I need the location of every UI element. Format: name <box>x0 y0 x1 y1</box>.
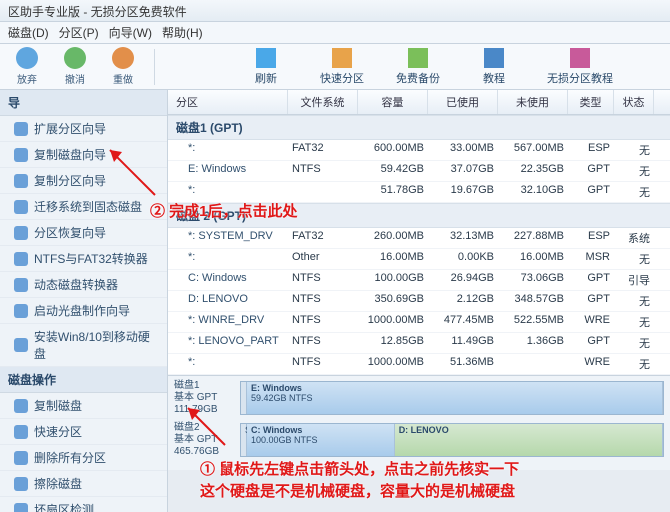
ops-item-3[interactable]: 擦除磁盘 <box>0 471 167 497</box>
window-title: 区助手专业版 - 无损分区免费软件 <box>0 0 670 22</box>
ops-item-0[interactable]: 复制磁盘 <box>0 393 167 419</box>
disk2-header[interactable]: 磁盘 2 (GPT) <box>168 203 670 228</box>
wizard-icon <box>14 148 28 162</box>
sidebar: 导 扩展分区向导复制磁盘向导复制分区向导迁移系统到固态磁盘分区恢复向导NTFS与… <box>0 90 168 512</box>
wizard-icon <box>14 226 28 240</box>
menu-wizard[interactable]: 向导(W) <box>109 24 152 41</box>
disk1-row-2[interactable]: *:51.78GB19.67GB32.10GBGPT无 <box>168 182 670 203</box>
wizard-icon <box>14 399 28 413</box>
disk2-row-4[interactable]: *: WINRE_DRVNTFS1000.00MB477.45MB522.55M… <box>168 312 670 333</box>
menu-partition[interactable]: 分区(P) <box>59 24 99 41</box>
wizard-item-3[interactable]: 迁移系统到固态磁盘 <box>0 194 167 220</box>
sidebar-wizard-title: 导 <box>0 90 167 116</box>
wizard-icon <box>14 122 28 136</box>
disk1-map[interactable]: 磁盘1基本 GPT111.79GB E: Windows59.42GB NTFS <box>174 380 664 416</box>
ops-item-4[interactable]: 坏扇区检测 <box>0 497 167 512</box>
ops-item-2[interactable]: 删除所有分区 <box>0 445 167 471</box>
refresh-button[interactable]: 刷新 <box>231 47 301 87</box>
wizard-item-0[interactable]: 扩展分区向导 <box>0 116 167 142</box>
disk2-row-5[interactable]: *: LENOVO_PARTNTFS12.85GB11.49GB1.36GBGP… <box>168 333 670 354</box>
wizard-item-8[interactable]: 安装Win8/10到移动硬盘 <box>0 324 167 367</box>
sidebar-ops-title: 磁盘操作 <box>0 367 167 393</box>
backup-button[interactable]: 免费备份 <box>383 47 453 87</box>
wizard-item-1[interactable]: 复制磁盘向导 <box>0 142 167 168</box>
wizard-icon <box>14 451 28 465</box>
disk2-row-6[interactable]: *: NTFS1000.00MB51.36MBWRE无 <box>168 354 670 375</box>
menu-disk[interactable]: 磁盘(D) <box>8 24 49 41</box>
wizard-icon <box>14 503 28 512</box>
wizard-icon <box>14 252 28 266</box>
quick-partition-button[interactable]: 快速分区 <box>307 47 377 87</box>
wizard-icon <box>14 174 28 188</box>
wizard-item-7[interactable]: 启动光盘制作向导 <box>0 298 167 324</box>
disk1-row-0[interactable]: *:FAT32600.00MB33.00MB567.00MBESP无 <box>168 140 670 161</box>
main-panel: 分区文件系统容量 已使用未使用类型状态 磁盘1 (GPT) *:FAT32600… <box>168 90 670 512</box>
ops-item-1[interactable]: 快速分区 <box>0 419 167 445</box>
reset-button[interactable]: 重做 <box>102 47 144 87</box>
wizard-icon <box>14 425 28 439</box>
wizard-icon <box>14 278 28 292</box>
disk2-row-3[interactable]: D: LENOVONTFS350.69GB2.12GB348.57GBGPT无 <box>168 291 670 312</box>
wizard-icon <box>14 477 28 491</box>
wizard-icon <box>14 200 28 214</box>
lossless-tutorial-button[interactable]: 无损分区教程 <box>535 47 625 87</box>
disk2-row-0[interactable]: *: SYSTEM_DRVFAT32260.00MB32.13MB227.88M… <box>168 228 670 249</box>
toolbar: 放弃 撤消 重做 刷新 快速分区 免费备份 教程 无损分区教程 <box>0 44 670 90</box>
column-header: 分区文件系统容量 已使用未使用类型状态 <box>168 90 670 115</box>
undo-button[interactable]: 放弃 <box>6 47 48 87</box>
wizard-icon <box>14 304 28 318</box>
wizard-item-2[interactable]: 复制分区向导 <box>0 168 167 194</box>
tutorial-button[interactable]: 教程 <box>459 47 529 87</box>
disk2-map[interactable]: 磁盘2基本 GPT465.76GB S C: Windows100.00GB N… <box>174 422 664 458</box>
wizard-icon <box>14 338 28 352</box>
disk2-row-2[interactable]: C: WindowsNTFS100.00GB26.94GB73.06GBGPT引… <box>168 270 670 291</box>
menubar: 磁盘(D) 分区(P) 向导(W) 帮助(H) <box>0 22 670 44</box>
disk1-row-1[interactable]: E: WindowsNTFS59.42GB37.07GB22.35GBGPT无 <box>168 161 670 182</box>
disk2-row-1[interactable]: *:Other16.00MB0.00KB16.00MBMSR无 <box>168 249 670 270</box>
disk-map-area: 磁盘1基本 GPT111.79GB E: Windows59.42GB NTFS… <box>168 375 670 470</box>
menu-help[interactable]: 帮助(H) <box>162 24 203 41</box>
wizard-item-6[interactable]: 动态磁盘转换器 <box>0 272 167 298</box>
disk1-header[interactable]: 磁盘1 (GPT) <box>168 115 670 140</box>
redo-button[interactable]: 撤消 <box>54 47 96 87</box>
wizard-item-5[interactable]: NTFS与FAT32转换器 <box>0 246 167 272</box>
wizard-item-4[interactable]: 分区恢复向导 <box>0 220 167 246</box>
